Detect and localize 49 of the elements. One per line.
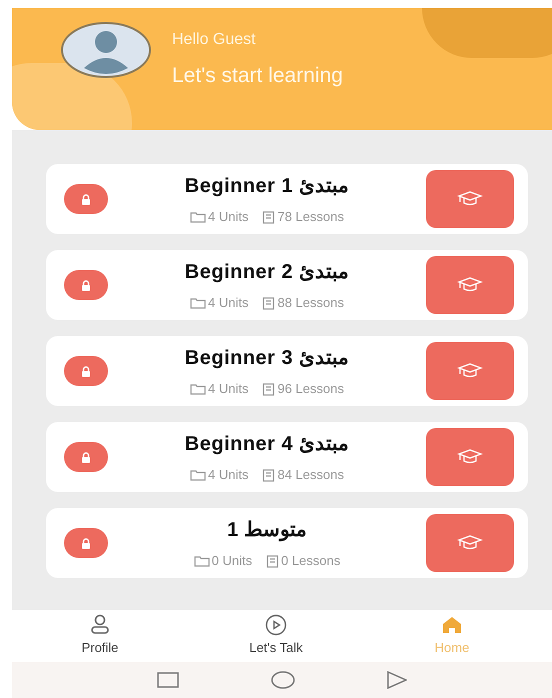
book-icon — [262, 382, 276, 396]
units-count: 4 Units — [208, 208, 248, 226]
person-icon — [89, 614, 111, 636]
course-button[interactable] — [426, 170, 514, 228]
square-icon[interactable] — [157, 672, 179, 688]
course-button[interactable] — [426, 428, 514, 486]
graduation-cap-icon — [457, 363, 483, 379]
graduation-cap-icon — [457, 277, 483, 293]
course-title: Beginner 4 مبتدئ — [184, 432, 350, 458]
graduation-cap-icon — [457, 191, 483, 207]
folder-icon — [190, 383, 206, 395]
lessons-count: 88 Lessons — [277, 294, 344, 312]
units-count: 0 Units — [212, 552, 252, 570]
lessons-count: 78 Lessons — [277, 208, 344, 226]
play-icon — [265, 614, 287, 636]
course-title: Beginner 3 مبتدئ — [184, 346, 350, 372]
lessons-count: 0 Lessons — [281, 552, 340, 570]
units-count: 4 Units — [208, 466, 248, 484]
circle-icon[interactable] — [271, 671, 295, 689]
folder-icon — [194, 555, 210, 567]
nav-tab[interactable]: Let's Talk — [221, 614, 331, 658]
folder-icon — [190, 469, 206, 481]
course-title: Beginner 1 مبتدئ — [184, 174, 350, 200]
book-icon — [262, 210, 276, 224]
units-count: 4 Units — [208, 294, 248, 312]
lessons-count: 84 Lessons — [277, 466, 344, 484]
lock-icon — [81, 366, 91, 376]
course-title: متوسط 1 — [227, 518, 307, 544]
course-title: Beginner 2 مبتدئ — [184, 260, 350, 286]
graduation-cap-icon — [457, 449, 483, 465]
subtitle-text: Let's start learning — [172, 63, 343, 89]
folder-icon — [190, 211, 206, 223]
course-button[interactable] — [426, 342, 514, 400]
lock-icon — [81, 194, 91, 204]
nav-tab[interactable]: Profile — [45, 614, 155, 658]
folder-icon — [190, 297, 206, 309]
lessons-count: 96 Lessons — [277, 380, 344, 398]
units-count: 4 Units — [208, 380, 248, 398]
course-button[interactable] — [426, 514, 514, 572]
lock-icon — [81, 538, 91, 548]
triangle-icon[interactable] — [387, 671, 407, 689]
book-icon — [262, 296, 276, 310]
graduation-cap-icon — [457, 535, 483, 551]
lock-icon — [81, 452, 91, 462]
book-icon — [266, 554, 280, 568]
greeting-text: Hello Guest — [172, 30, 257, 50]
book-icon — [262, 468, 276, 482]
lock-icon — [81, 280, 91, 290]
course-button[interactable] — [426, 256, 514, 314]
